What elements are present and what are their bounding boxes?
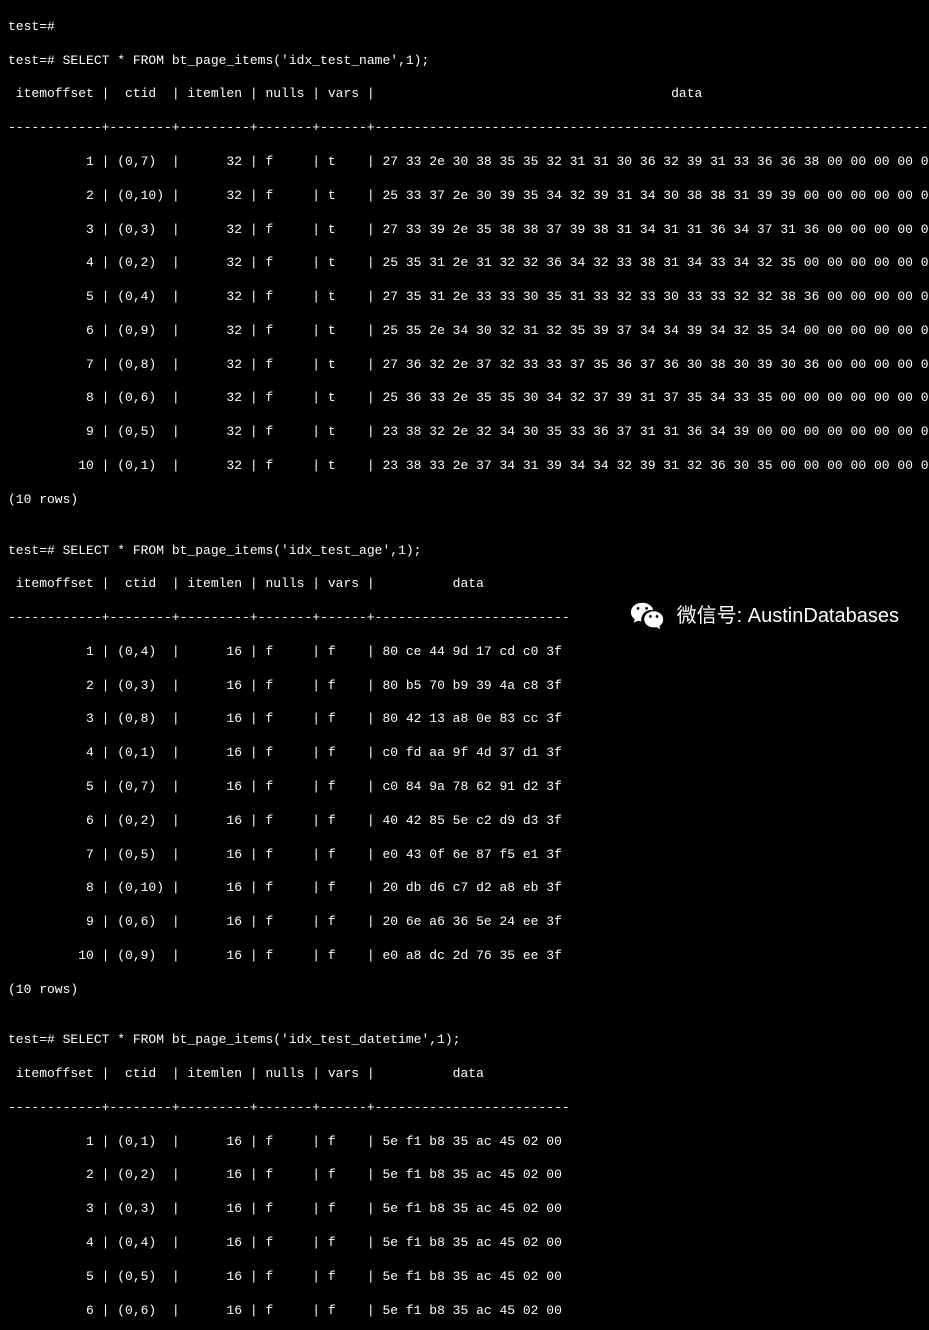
- table-header: itemoffset | ctid | itemlen | nulls | va…: [8, 86, 921, 103]
- sql-query-name: test=# SELECT * FROM bt_page_items('idx_…: [8, 53, 921, 70]
- table-row: 8 | (0,6) | 32 | f | t | 25 36 33 2e 35 …: [8, 390, 921, 407]
- table-separator: ------------+--------+---------+-------+…: [8, 1100, 921, 1117]
- table-row: 9 | (0,5) | 32 | f | t | 23 38 32 2e 32 …: [8, 424, 921, 441]
- table-row: 2 | (0,2) | 16 | f | f | 5e f1 b8 35 ac …: [8, 1167, 921, 1184]
- table-row: 7 | (0,8) | 32 | f | t | 27 36 32 2e 37 …: [8, 357, 921, 374]
- table-row: 4 | (0,2) | 32 | f | t | 25 35 31 2e 31 …: [8, 255, 921, 272]
- sql-query-datetime: test=# SELECT * FROM bt_page_items('idx_…: [8, 1032, 921, 1049]
- terminal-output: test=# test=# SELECT * FROM bt_page_item…: [8, 2, 921, 1330]
- sql-query-age: test=# SELECT * FROM bt_page_items('idx_…: [8, 543, 921, 560]
- table-header: itemoffset | ctid | itemlen | nulls | va…: [8, 576, 921, 593]
- table-row: 5 | (0,4) | 32 | f | t | 27 35 31 2e 33 …: [8, 289, 921, 306]
- table-row: 10 | (0,9) | 16 | f | f | e0 a8 dc 2d 76…: [8, 948, 921, 965]
- table-row: 5 | (0,5) | 16 | f | f | 5e f1 b8 35 ac …: [8, 1269, 921, 1286]
- table-row: 6 | (0,6) | 16 | f | f | 5e f1 b8 35 ac …: [8, 1303, 921, 1320]
- watermark: 微信号: AustinDatabases: [629, 597, 899, 635]
- table-row: 3 | (0,3) | 16 | f | f | 5e f1 b8 35 ac …: [8, 1201, 921, 1218]
- table-row: 6 | (0,2) | 16 | f | f | 40 42 85 5e c2 …: [8, 813, 921, 830]
- wechat-icon: [629, 597, 667, 635]
- table-header: itemoffset | ctid | itemlen | nulls | va…: [8, 1066, 921, 1083]
- table-row: 2 | (0,10) | 32 | f | t | 25 33 37 2e 30…: [8, 188, 921, 205]
- table-row: 1 | (0,7) | 32 | f | t | 27 33 2e 30 38 …: [8, 154, 921, 171]
- table-separator: ------------+--------+---------+-------+…: [8, 120, 921, 137]
- table-row: 3 | (0,3) | 32 | f | t | 27 33 39 2e 35 …: [8, 222, 921, 239]
- table-row: 5 | (0,7) | 16 | f | f | c0 84 9a 78 62 …: [8, 779, 921, 796]
- row-count: (10 rows): [8, 492, 921, 509]
- table-row: 3 | (0,8) | 16 | f | f | 80 42 13 a8 0e …: [8, 711, 921, 728]
- table-row: 2 | (0,3) | 16 | f | f | 80 b5 70 b9 39 …: [8, 678, 921, 695]
- table-row: 6 | (0,9) | 32 | f | t | 25 35 2e 34 30 …: [8, 323, 921, 340]
- table-row: 9 | (0,6) | 16 | f | f | 20 6e a6 36 5e …: [8, 914, 921, 931]
- prompt-line: test=#: [8, 19, 921, 36]
- table-row: 7 | (0,5) | 16 | f | f | e0 43 0f 6e 87 …: [8, 847, 921, 864]
- table-row: 1 | (0,1) | 16 | f | f | 5e f1 b8 35 ac …: [8, 1134, 921, 1151]
- table-row: 4 | (0,4) | 16 | f | f | 5e f1 b8 35 ac …: [8, 1235, 921, 1252]
- table-row: 8 | (0,10) | 16 | f | f | 20 db d6 c7 d2…: [8, 880, 921, 897]
- table-row: 1 | (0,4) | 16 | f | f | 80 ce 44 9d 17 …: [8, 644, 921, 661]
- table-row: 10 | (0,1) | 32 | f | t | 23 38 33 2e 37…: [8, 458, 921, 475]
- row-count: (10 rows): [8, 982, 921, 999]
- table-row: 4 | (0,1) | 16 | f | f | c0 fd aa 9f 4d …: [8, 745, 921, 762]
- watermark-label: 微信号: AustinDatabases: [677, 603, 899, 629]
